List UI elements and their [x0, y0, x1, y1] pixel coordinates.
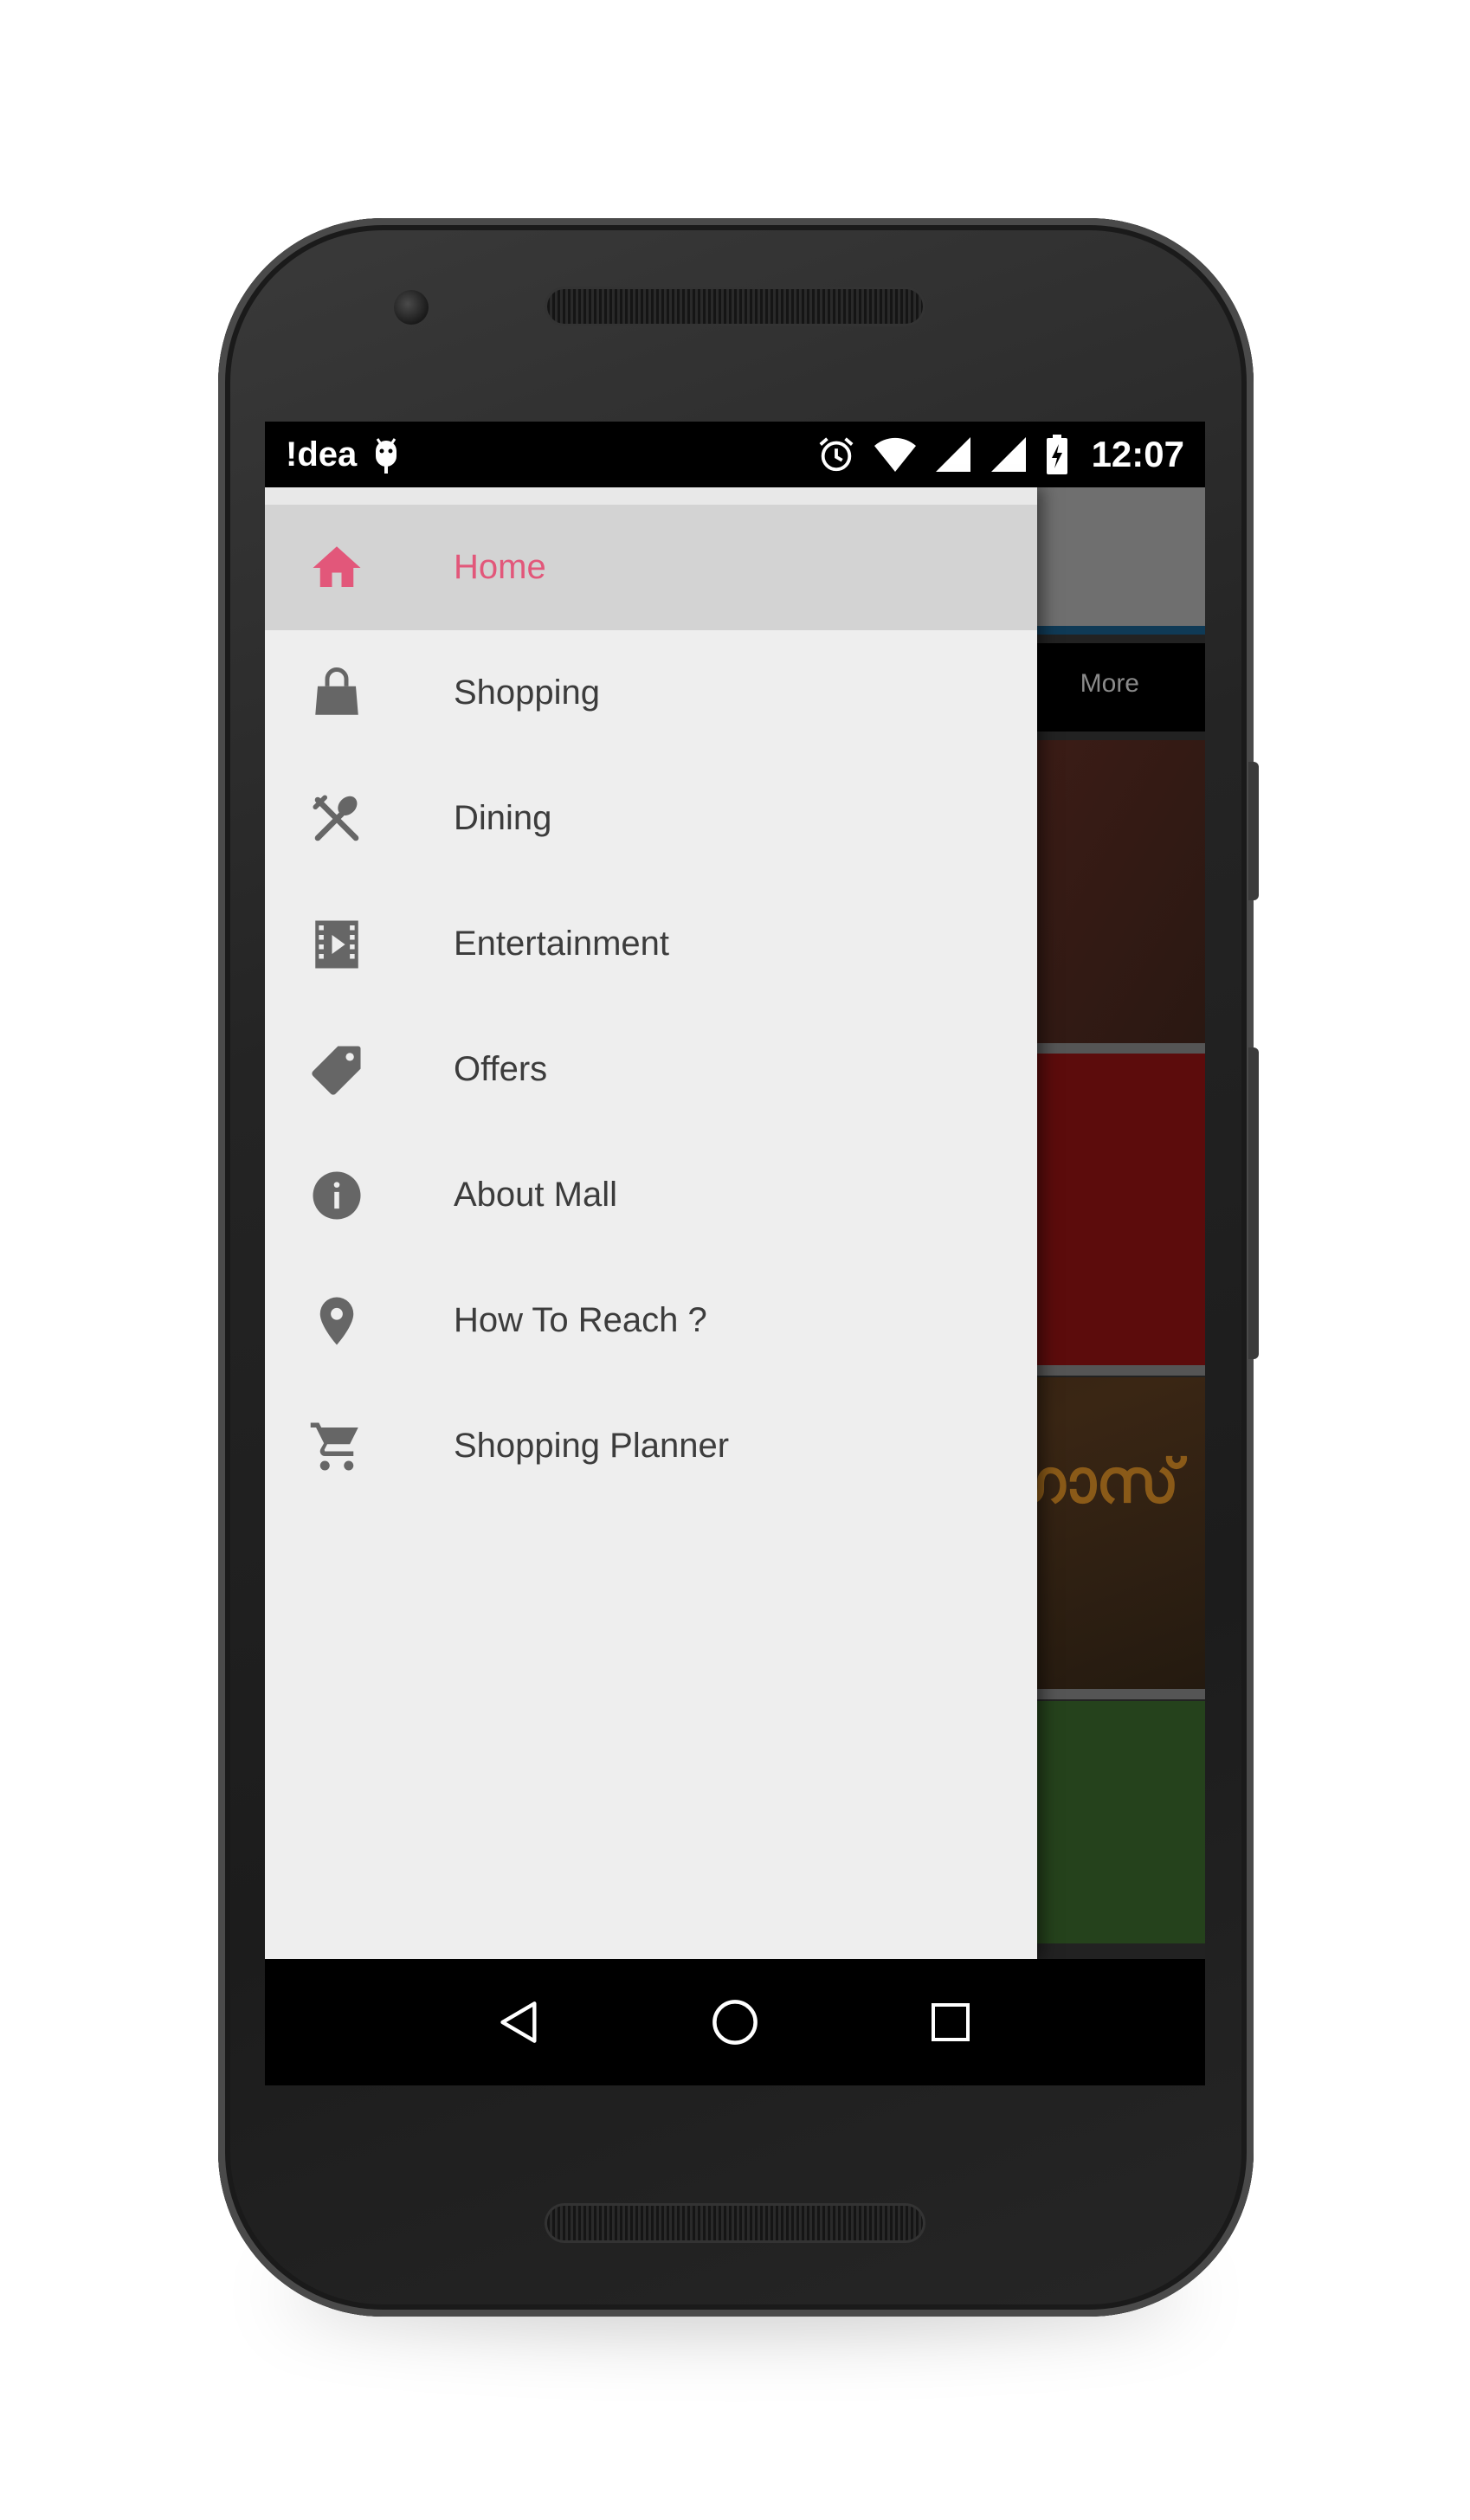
recents-button[interactable] — [920, 1992, 981, 2053]
system-navigation-bar — [265, 1959, 1205, 2085]
drawer-item-label: Shopping Planner — [454, 1427, 730, 1465]
drawer-item-label: Dining — [454, 799, 552, 837]
drawer-item-shopping-planner[interactable]: Shopping Planner — [265, 1383, 1037, 1509]
film-icon — [308, 916, 365, 973]
carrier-name: !dea — [286, 435, 358, 474]
drawer-item-entertainment[interactable]: Entertainment — [265, 881, 1037, 1007]
android-debug-icon — [369, 434, 403, 475]
top-speaker — [547, 289, 923, 324]
status-bar: !dea 12:07 — [265, 422, 1205, 487]
power-button — [1248, 762, 1259, 900]
drawer-header-strip — [265, 487, 1037, 505]
phone-screen: !dea 12:07 More ഗാസ് Home Shopping Dinin… — [265, 422, 1205, 2085]
drawer-item-how-to-reach[interactable]: How To Reach ? — [265, 1258, 1037, 1383]
background-tab-more: More — [1080, 669, 1139, 698]
drawer-item-label: Offers — [454, 1050, 548, 1088]
drawer-item-home[interactable]: Home — [265, 505, 1037, 630]
shopping-bag-icon — [308, 665, 365, 722]
drawer-item-label: Entertainment — [454, 925, 670, 963]
signal-icon-2 — [990, 435, 1028, 474]
tag-icon — [308, 1041, 365, 1099]
drawer-item-label: How To Reach ? — [454, 1301, 707, 1339]
dining-icon — [308, 790, 365, 848]
volume-button — [1248, 1047, 1259, 1359]
status-clock: 12:07 — [1091, 434, 1184, 474]
alarm-icon — [816, 435, 856, 474]
drawer-item-dining[interactable]: Dining — [265, 756, 1037, 881]
drawer-item-label: Shopping — [454, 674, 601, 712]
status-icons: 12:07 — [816, 434, 1184, 475]
home-icon — [308, 539, 365, 596]
navigation-drawer: Home Shopping Dining Entertainment Offer… — [265, 487, 1037, 1959]
signal-icon-1 — [934, 435, 972, 474]
front-camera — [394, 290, 429, 325]
back-triangle-icon — [500, 2001, 537, 2043]
drawer-item-about-mall[interactable]: About Mall — [265, 1132, 1037, 1258]
wifi-icon — [874, 435, 917, 474]
home-button[interactable] — [705, 1992, 765, 2053]
bottom-speaker — [547, 2206, 923, 2240]
info-icon — [308, 1167, 365, 1224]
home-circle-icon — [712, 2000, 758, 2045]
drawer-item-label: Home — [454, 548, 546, 586]
drawer-item-offers[interactable]: Offers — [265, 1007, 1037, 1132]
cart-icon — [308, 1418, 365, 1475]
recents-square-icon — [931, 2003, 970, 2041]
drawer-item-shopping[interactable]: Shopping — [265, 630, 1037, 756]
location-pin-icon — [308, 1292, 365, 1350]
battery-charging-icon — [1045, 434, 1069, 475]
back-button[interactable] — [489, 1992, 550, 2053]
drawer-item-label: About Mall — [454, 1176, 617, 1214]
